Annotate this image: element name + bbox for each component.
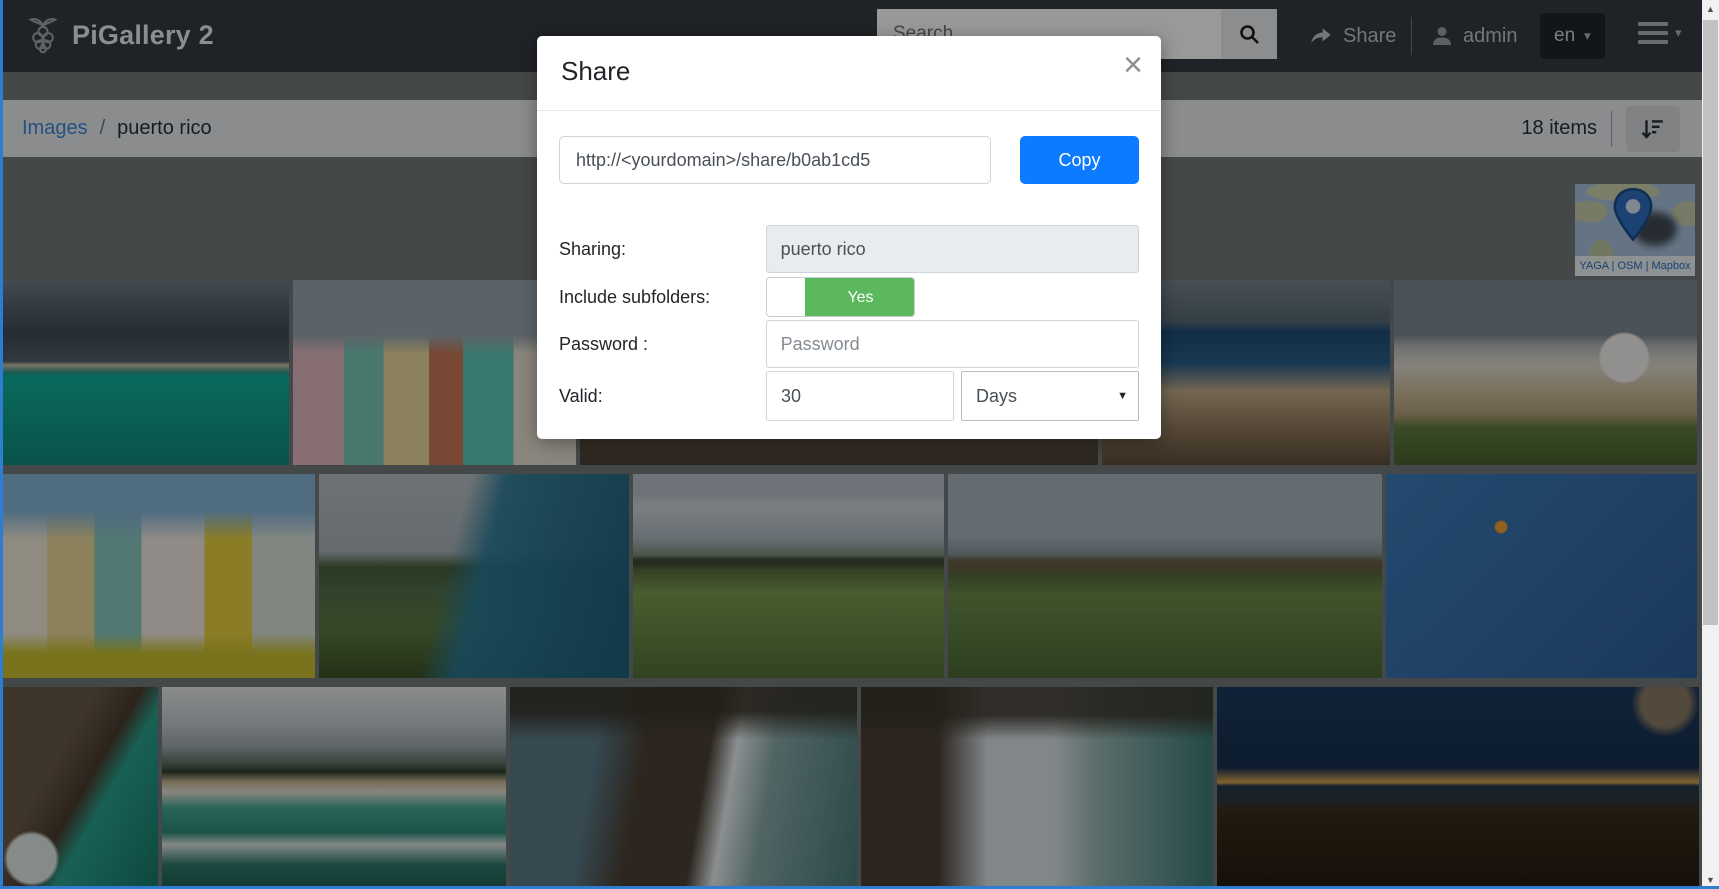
app-root: PiGallery 2 Share [0,0,1719,889]
sharing-label: Sharing: [559,239,766,260]
password-field[interactable] [766,320,1139,368]
share-dialog-header: Share × [537,36,1161,111]
copy-button[interactable]: Copy [1020,136,1139,184]
page-scrollbar[interactable]: ▲ ▼ [1702,0,1719,889]
share-dialog: Share × Copy Sharing: Include subfolders… [537,36,1161,439]
valid-unit-select[interactable]: Days ▼ [961,371,1139,421]
include-subfolders-label: Include subfolders: [559,287,766,308]
valid-label: Valid: [559,386,766,407]
focus-outline-left [0,0,3,889]
valid-amount-input[interactable] [766,371,954,421]
valid-unit-value: Days [976,386,1017,407]
select-caret-icon: ▼ [1117,390,1128,402]
share-url-input[interactable] [559,136,991,184]
password-label: Password : [559,334,766,355]
sharing-value-input [766,225,1139,273]
include-subfolders-toggle[interactable]: Yes [766,277,915,317]
close-button[interactable]: × [1123,48,1143,82]
scroll-up-icon[interactable]: ▲ [1702,0,1719,18]
scrollbar-thumb[interactable] [1703,20,1718,625]
toggle-yes-state: Yes [805,278,915,317]
dialog-title: Share [561,56,630,86]
